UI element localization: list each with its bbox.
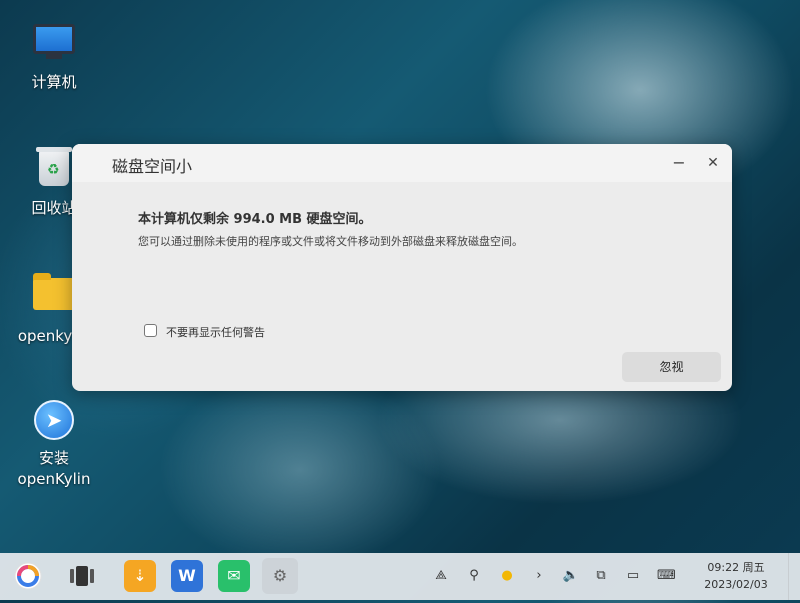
search-icon[interactable]: ⚲ xyxy=(465,567,483,585)
dont-show-again-label[interactable]: 不要再显示任何警告 xyxy=(166,324,265,340)
software-store-icon[interactable]: ⇣ xyxy=(124,560,156,592)
clock-date: 2023/02/03 xyxy=(704,578,768,591)
installer-icon: ➤ xyxy=(32,400,76,444)
ignore-button[interactable]: 忽视 xyxy=(622,352,721,382)
computer-icon xyxy=(32,24,76,68)
minimize-button[interactable]: − xyxy=(668,152,690,174)
wps-office-icon[interactable]: W xyxy=(171,560,203,592)
desktop-icon-computer[interactable]: 计算机 xyxy=(9,20,99,93)
volume-icon[interactable]: 🔈 xyxy=(562,567,580,585)
dont-show-again-checkbox[interactable] xyxy=(144,324,157,337)
trash-icon: ♻ xyxy=(32,147,76,194)
night-mode-icon[interactable]: ● xyxy=(498,567,516,585)
keyboard-icon[interactable]: ⌨ xyxy=(657,567,676,585)
start-menu-icon[interactable] xyxy=(12,560,44,592)
multitask-view-icon[interactable] xyxy=(66,560,98,592)
taskbar: ⇣ W ✉ ⚙ ⟁ ⚲ ● › 🔈 ⧉ ▭ ⌨ 09:22 周五 2023/02… xyxy=(0,553,800,600)
clock[interactable]: 09:22 周五 2023/02/03 xyxy=(700,559,772,593)
show-desktop-button[interactable] xyxy=(788,553,800,600)
dialog-title: 磁盘空间小 xyxy=(112,157,193,176)
folder-icon xyxy=(32,273,76,322)
clipboard-icon[interactable]: ⧉ xyxy=(592,567,610,585)
desktop-icon-label-line2: openKylin xyxy=(17,470,91,488)
clock-time: 09:22 周五 xyxy=(707,561,765,574)
dialog-titlebar[interactable]: 磁盘空间小 − ✕ xyxy=(72,144,732,182)
dialog-message: 您可以通过删除未使用的程序或文件或将文件移动到外部磁盘来释放磁盘空间。 xyxy=(138,235,523,248)
network-icon[interactable]: ⟁ xyxy=(432,567,450,585)
desktop-icon-installer[interactable]: ➤ 安装 openKylin xyxy=(9,398,99,490)
desktop-icon-label: 计算机 xyxy=(31,73,77,91)
notification-icon[interactable]: ▭ xyxy=(624,567,642,585)
expand-tray-icon[interactable]: › xyxy=(530,567,548,585)
dialog-heading: 本计算机仅剩余 994.0 MB 硬盘空间。 xyxy=(138,212,372,227)
message-app-icon[interactable]: ✉ xyxy=(218,560,250,592)
close-button[interactable]: ✕ xyxy=(702,152,724,174)
desktop-icon-label-line1: 安装 xyxy=(38,449,69,467)
low-disk-space-dialog: 磁盘空间小 − ✕ 本计算机仅剩余 994.0 MB 硬盘空间。 您可以通过删除… xyxy=(72,144,732,391)
settings-icon[interactable]: ⚙ xyxy=(262,558,298,594)
